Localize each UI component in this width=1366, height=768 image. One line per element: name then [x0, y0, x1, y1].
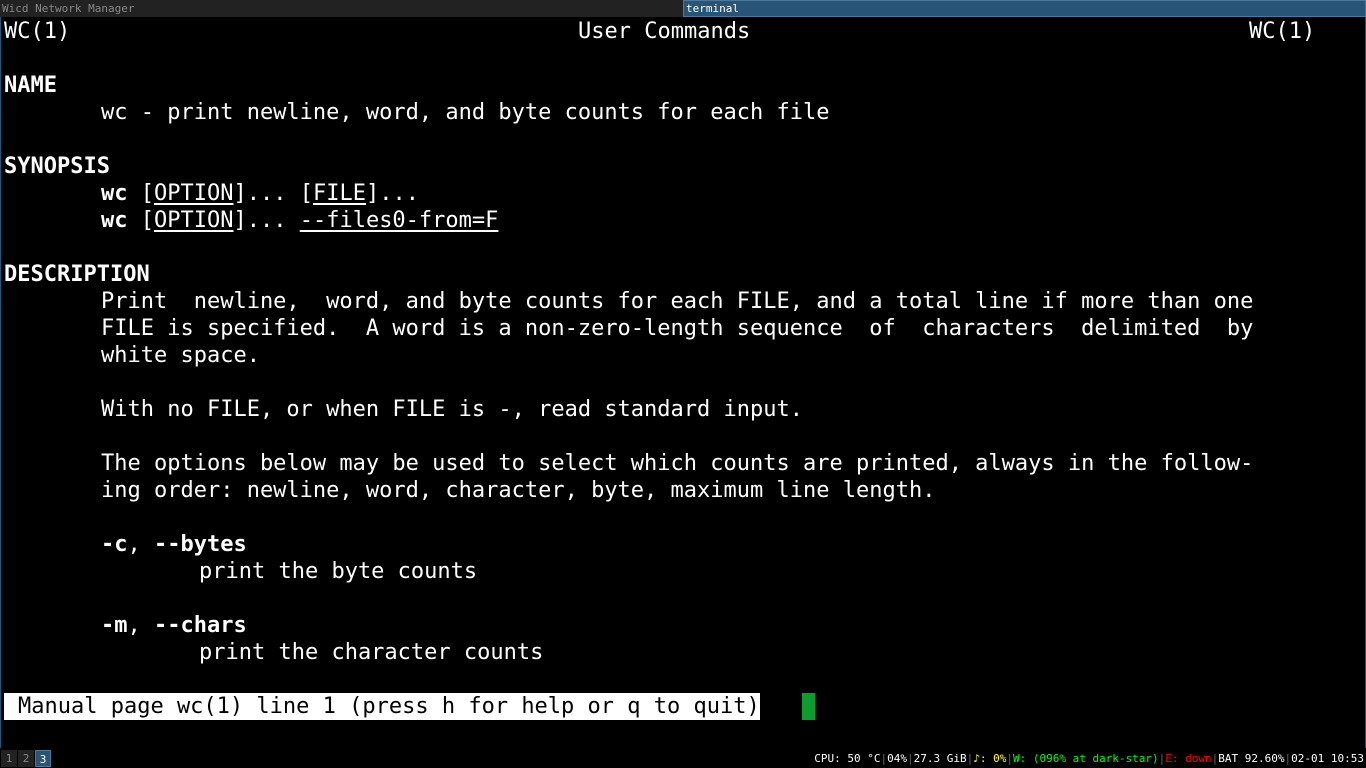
description-heading: DESCRIPTION: [4, 262, 150, 287]
window-title-bar: Wicd Network Manager terminal: [0, 0, 1366, 17]
workspace-button-1[interactable]: 1: [1, 750, 17, 767]
synopsis-option: OPTION: [154, 181, 234, 206]
synopsis-file: FILE: [312, 181, 366, 206]
option-bytes-desc: print the byte counts: [199, 559, 478, 584]
workspace-button-2[interactable]: 2: [18, 750, 34, 767]
man-header-left: WC(1): [4, 19, 71, 44]
synopsis-text: [: [127, 208, 154, 233]
option-chars-desc: print the character counts: [199, 640, 544, 665]
option-short: -m: [101, 613, 128, 638]
name-line: wc - print newline, word, and byte count…: [101, 100, 830, 125]
man-header-right: WC(1): [1249, 19, 1316, 44]
date-time: 02-01 10:53: [1291, 752, 1364, 765]
wifi-status: W: (096% at dark-star): [1012, 752, 1159, 765]
option-separator: ,: [127, 613, 154, 638]
name-heading: NAME: [4, 73, 57, 98]
terminal-cursor: [802, 693, 815, 720]
description-line: With no FILE, or when FILE is -, read st…: [101, 397, 803, 422]
synopsis-option: OPTION: [154, 208, 234, 233]
option-short: -c: [101, 532, 128, 557]
option-bytes: -c, --bytes: [101, 531, 247, 558]
synopsis-text: [: [299, 181, 313, 206]
bottom-status-bar: 1 2 3 CPU: 50 °C|04%|27.3 GiB|♪: 0%|W: (…: [0, 749, 1366, 768]
synopsis-cmd: wc: [101, 208, 128, 233]
synopsis-line-1: wc [OPTION]... [FILE]...: [101, 180, 419, 207]
synopsis-text: [: [127, 181, 154, 206]
description-line: white space.: [101, 343, 260, 368]
battery-status: BAT 92.60%: [1218, 752, 1285, 765]
window-tab-terminal[interactable]: terminal: [683, 0, 1366, 17]
window-tab-wicd[interactable]: Wicd Network Manager: [0, 0, 683, 17]
volume: ♪: 0%: [973, 752, 1007, 765]
synopsis-text: ]...: [365, 181, 419, 206]
ethernet-status: E: down: [1165, 752, 1212, 765]
synopsis-text: ]...: [233, 208, 300, 233]
terminal-window[interactable]: WC(1) User Commands WC(1) NAME wc - prin…: [0, 17, 1366, 748]
synopsis-text: ]...: [233, 181, 300, 206]
option-long: --bytes: [154, 532, 247, 557]
synopsis-cmd: wc: [101, 181, 128, 206]
workspace-button-3[interactable]: 3: [35, 750, 51, 767]
disk-free: 27.3 GiB: [913, 752, 967, 765]
pager-status-line: Manual page wc(1) line 1 (press h for he…: [4, 693, 760, 720]
description-line: The options below may be used to select …: [101, 451, 1254, 476]
synopsis-line-2: wc [OPTION]... --files0-from=F: [101, 207, 498, 234]
synopsis-heading: SYNOPSIS: [4, 154, 110, 179]
system-status: CPU: 50 °C|04%|27.3 GiB|♪: 0%|W: (096% a…: [814, 752, 1364, 765]
description-line: Print newline, word, and byte counts for…: [101, 289, 1254, 314]
man-header-center: User Commands: [578, 19, 751, 44]
option-long: --chars: [154, 613, 247, 638]
synopsis-files0: --files0-from=F: [299, 208, 499, 233]
description-line: ing order: newline, word, character, byt…: [101, 478, 936, 503]
description-line: FILE is specified. A word is a non-zero-…: [101, 316, 1254, 341]
option-chars: -m, --chars: [101, 612, 247, 639]
option-separator: ,: [127, 532, 154, 557]
cpu-temp: CPU: 50 °C: [814, 752, 881, 765]
cpu-load: 04%: [887, 752, 907, 765]
